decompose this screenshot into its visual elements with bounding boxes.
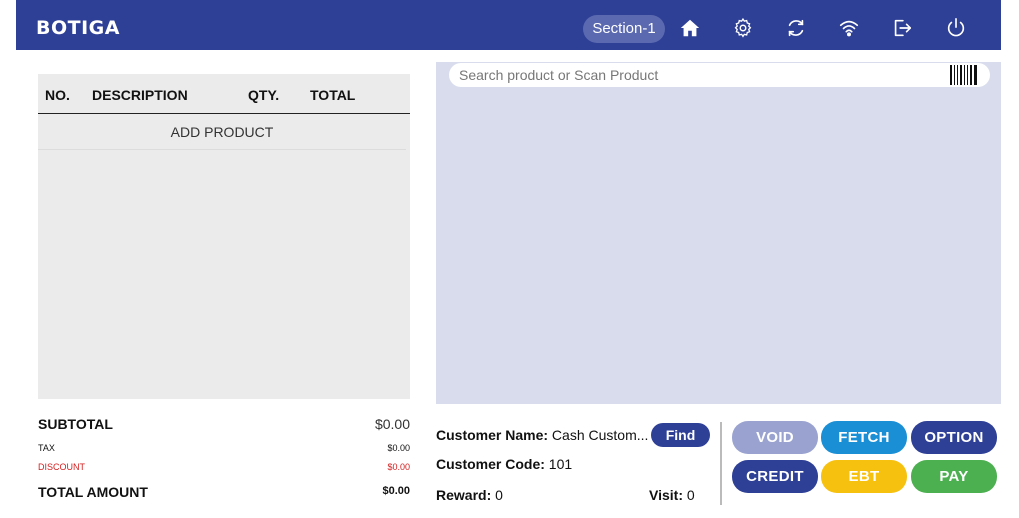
ebt-button[interactable]: EBT [821, 460, 907, 493]
product-search-input[interactable] [449, 63, 990, 87]
home-icon[interactable] [679, 17, 701, 39]
total-amount-label: TOTAL AMOUNT [38, 484, 148, 500]
customer-info: Customer Name: Cash Custom... Find Custo… [436, 420, 716, 510]
pay-button[interactable]: PAY [911, 460, 997, 493]
customer-name-row: Customer Name: Cash Custom... [436, 427, 648, 443]
void-button[interactable]: VOID [732, 421, 818, 454]
top-bar: BOTIGA Section-1 [16, 0, 1001, 50]
subtotal-value: $0.00 [374, 416, 410, 432]
tax-value: $0.00 [387, 443, 410, 453]
section-selector[interactable]: Section-1 [583, 15, 665, 43]
credit-button[interactable]: CREDIT [732, 460, 818, 493]
cart-panel: NO. DESCRIPTION QTY. TOTAL ADD PRODUCT [38, 74, 410, 399]
product-area [436, 62, 1001, 404]
divider [720, 422, 722, 505]
option-button[interactable]: OPTION [911, 421, 997, 454]
logout-icon[interactable] [891, 17, 913, 39]
visit-value: 0 [686, 487, 695, 503]
barcode-icon[interactable] [950, 65, 978, 85]
discount-label: DISCOUNT [38, 462, 85, 472]
customer-code-label: Customer Code: [436, 456, 545, 472]
reward-label: Reward: [436, 487, 492, 503]
refresh-icon[interactable] [785, 17, 807, 39]
reward-row: Reward: 0 [436, 487, 503, 503]
settings-icon[interactable] [732, 17, 754, 39]
total-amount-value: $0.00 [382, 485, 410, 497]
column-description: DESCRIPTION [92, 87, 188, 103]
fetch-button[interactable]: FETCH [821, 421, 907, 454]
customer-name-label: Customer Name: [436, 427, 549, 443]
wifi-icon[interactable] [838, 17, 860, 39]
reward-value: 0 [495, 487, 503, 503]
column-qty: QTY. [248, 87, 280, 103]
app-logo: BOTIGA [36, 17, 120, 39]
tax-label: TAX [38, 443, 55, 453]
customer-code-row: Customer Code: 101 [436, 456, 572, 472]
find-customer-button[interactable]: Find [651, 423, 710, 447]
customer-name-value: Cash Custom... [551, 427, 649, 443]
column-no: NO. [45, 87, 70, 103]
subtotal-label: SUBTOTAL [38, 416, 113, 432]
visit-row: Visit: 0 [649, 487, 695, 503]
totals-panel: SUBTOTAL $0.00 TAX $0.00 DISCOUNT $0.00 … [38, 412, 410, 512]
add-product-button[interactable]: ADD PRODUCT [38, 114, 406, 150]
column-total: TOTAL [310, 87, 356, 103]
discount-value: $0.00 [387, 462, 410, 472]
visit-label: Visit: [649, 487, 683, 503]
cart-header: NO. DESCRIPTION QTY. TOTAL [38, 74, 410, 114]
customer-code-value: 101 [548, 456, 573, 472]
power-icon[interactable] [945, 17, 967, 39]
